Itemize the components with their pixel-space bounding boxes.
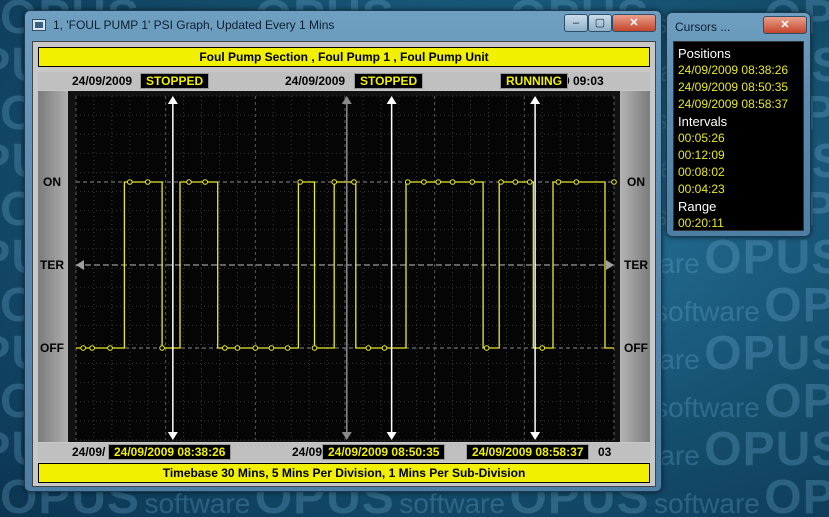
data-point-marker <box>421 179 427 185</box>
cursor-3-state-badge: STOPPED <box>354 73 424 89</box>
cursor-4-state-badge: RUNNING <box>500 73 568 89</box>
cursors-panel: Positions 24/09/2009 08:38:26 24/09/2009… <box>673 41 804 231</box>
bottom-right-time: 03 <box>598 445 612 459</box>
bottom-mid-date: 24/09/ <box>292 445 326 459</box>
data-point-marker <box>331 179 338 185</box>
data-point-marker <box>449 179 456 185</box>
data-point-marker <box>252 345 259 351</box>
data-point-marker <box>435 179 442 185</box>
close-button[interactable]: ✕ <box>612 14 656 32</box>
graph-header: Foul Pump Section , Foul Pump 1 , Foul P… <box>38 47 650 67</box>
data-point-marker <box>351 179 357 185</box>
psi-chart[interactable]: ON TER OFF ON TER OFF <box>38 91 650 442</box>
data-point-marker <box>526 179 533 185</box>
cursor-1-state-badge: STOPPED <box>140 73 210 89</box>
data-point-marker <box>555 179 562 185</box>
interval-value: 00:08:02 <box>678 165 725 179</box>
range-value: 00:20:11 <box>678 216 724 230</box>
cursors-close-button[interactable]: ✕ <box>763 16 807 34</box>
data-point-marker <box>573 179 580 185</box>
data-point-marker <box>202 179 208 185</box>
psi-graph-window[interactable]: 1, 'FOUL PUMP 1' PSI Graph, Updated Ever… <box>24 10 662 492</box>
data-point-marker <box>539 345 546 351</box>
data-point-marker <box>404 179 411 185</box>
interval-value: 00:12:09 <box>678 148 725 162</box>
bottom-left-date: 24/09/ <box>72 445 106 459</box>
y-axis-right-label: OFF <box>624 341 648 355</box>
graph-client-area: Foul Pump Section , Foul Pump 1 , Foul P… <box>32 41 656 487</box>
cursor-4-time-label: 24/09/2009 08:58:37 <box>466 444 590 460</box>
bottom-time-strip: 24/09/ 24/09/ 03 24/09/2009 08:38:26 24/… <box>38 443 650 461</box>
data-point-marker <box>234 345 241 351</box>
range-heading: Range <box>678 199 717 214</box>
data-point-marker <box>284 345 291 351</box>
data-point-marker <box>107 345 113 351</box>
data-point-marker <box>80 345 86 351</box>
data-point-marker <box>89 345 95 351</box>
minimize-button[interactable]: – <box>564 14 588 32</box>
title-bar[interactable]: 1, 'FOUL PUMP 1' PSI Graph, Updated Ever… <box>25 11 661 39</box>
y-axis-left-label: TER <box>40 258 64 272</box>
data-point-marker <box>483 345 490 351</box>
interval-value: 00:05:26 <box>678 131 725 145</box>
data-point-marker <box>297 179 303 185</box>
cursor-3-time-label: 24/09/2009 08:50:35 <box>322 444 446 460</box>
chart-frame[interactable]: ON TER OFF ON TER OFF <box>38 91 650 442</box>
y-axis-right-label: TER <box>624 258 648 272</box>
data-point-marker <box>144 179 151 185</box>
y-axis-left-label: OFF <box>40 341 64 355</box>
cursors-window[interactable]: Cursors ... ✕ Positions 24/09/2009 08:38… <box>666 12 811 237</box>
positions-heading: Positions <box>678 46 731 61</box>
position-value: 24/09/2009 08:58:37 <box>678 97 789 111</box>
data-point-marker <box>311 345 318 351</box>
data-point-marker <box>381 345 388 351</box>
app-icon <box>32 19 46 31</box>
data-point-marker <box>469 179 476 185</box>
top-mid-date: 24/09/2009 <box>285 74 346 88</box>
y-axis-right-label: ON <box>627 175 645 189</box>
data-point-marker <box>498 179 504 185</box>
data-point-marker <box>512 179 519 185</box>
data-point-marker <box>159 345 165 351</box>
cursors-window-title: Cursors ... <box>675 20 731 34</box>
interval-value: 00:04:23 <box>678 182 725 196</box>
position-value: 24/09/2009 08:50:35 <box>678 80 789 94</box>
data-point-marker <box>365 345 372 351</box>
cursor-1-time-label: 24/09/2009 08:38:26 <box>108 444 232 460</box>
y-axis-left-label: ON <box>43 175 61 189</box>
intervals-heading: Intervals <box>678 114 728 129</box>
position-value: 24/09/2009 08:38:26 <box>678 63 789 77</box>
top-time-strip: 24/09/2009 24/09/2009 9 09:03 STOPPED ST… <box>38 72 650 90</box>
data-point-marker <box>611 179 617 185</box>
top-right-time: 9 09:03 <box>563 74 604 88</box>
data-point-marker <box>127 179 133 185</box>
timebase-footer: Timebase 30 Mins, 5 Mins Per Division, 1… <box>38 463 650 483</box>
window-title: 1, 'FOUL PUMP 1' PSI Graph, Updated Ever… <box>53 18 335 32</box>
data-point-marker <box>268 345 275 351</box>
top-left-date: 24/09/2009 <box>72 74 133 88</box>
maximize-button[interactable]: ▢ <box>588 14 612 32</box>
data-point-marker <box>222 345 228 351</box>
data-point-marker <box>186 179 192 185</box>
